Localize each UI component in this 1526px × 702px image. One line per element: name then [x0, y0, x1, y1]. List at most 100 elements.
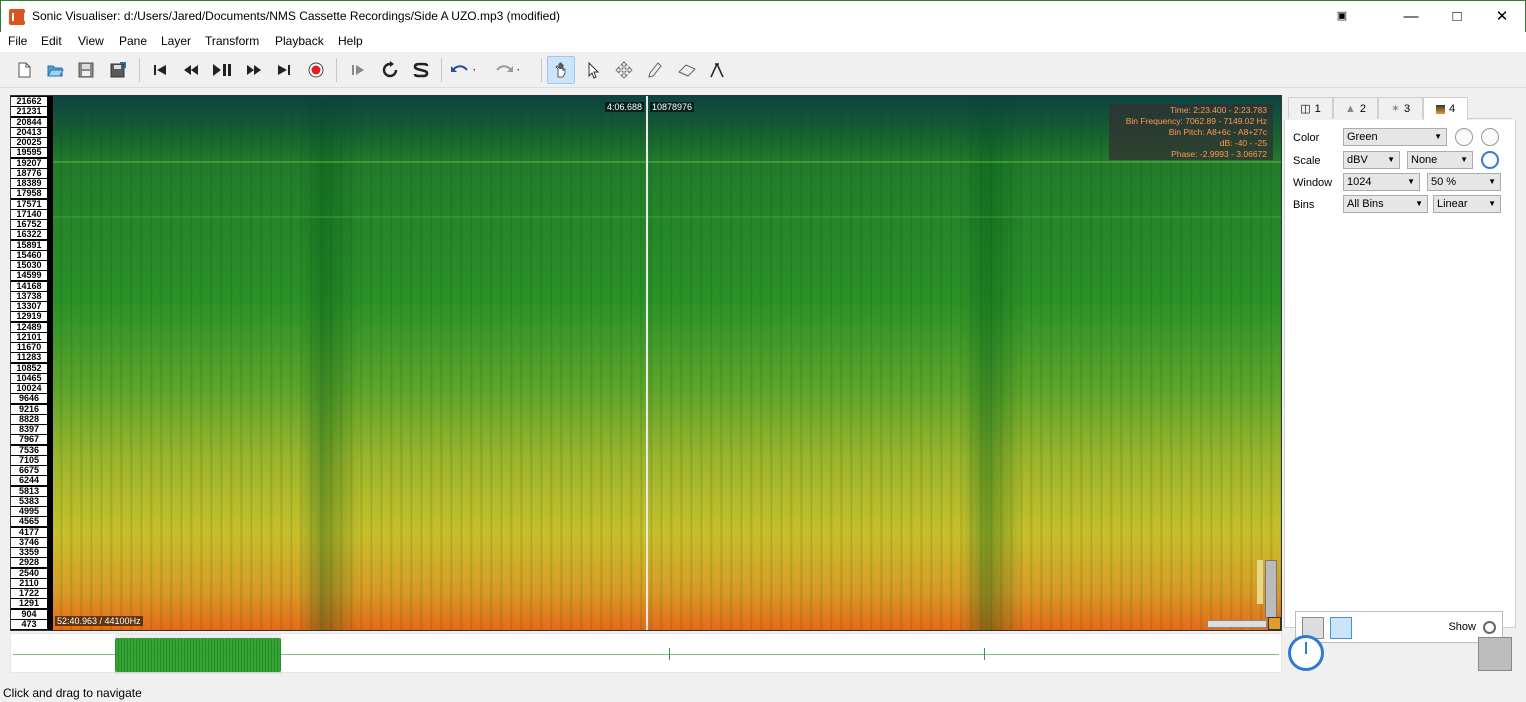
frequency-tick-label: 473	[11, 619, 47, 629]
info-time: Time: 2:23.400 - 2:23.783	[1169, 105, 1267, 115]
playback-cursor[interactable]	[646, 96, 648, 630]
tab-layer-4[interactable]: 4	[1423, 97, 1468, 120]
pane-icon: ◫	[1300, 103, 1311, 115]
layer-property-panel: ◫1 ▲2 ✶3 4 Color Green Scale dBV None Wi…	[1284, 95, 1516, 643]
frequency-tick-label: 13738	[11, 291, 47, 301]
spectrogram-view[interactable]: 4:06.688 10878976 Time: 2:23.400 - 2:23.…	[53, 96, 1281, 630]
bins-select[interactable]: All Bins	[1343, 195, 1428, 213]
menu-playback[interactable]: Playback	[275, 34, 324, 48]
menu-file[interactable]: File	[8, 34, 27, 48]
tab-layer-3[interactable]: ✶ 3	[1378, 97, 1423, 119]
restore-icon[interactable]: ▣	[1319, 1, 1365, 32]
status-text: Click and drag to navigate	[3, 686, 142, 700]
menu-transform[interactable]: Transform	[205, 34, 259, 48]
window-overlap-select[interactable]: 50 %	[1427, 173, 1501, 191]
threshold-knob[interactable]	[1481, 151, 1499, 169]
open-file-icon[interactable]	[41, 56, 69, 84]
scale-select[interactable]: dBV	[1343, 151, 1400, 169]
overview-waveform	[115, 638, 281, 672]
gain-knob[interactable]	[1481, 128, 1499, 146]
frequency-tick-label: 2540	[11, 568, 47, 578]
new-file-icon[interactable]	[10, 56, 38, 84]
navigate-icon[interactable]	[547, 56, 575, 84]
cursor-frame-label: 10878976	[650, 102, 695, 112]
rewind-icon[interactable]	[177, 56, 205, 84]
record-icon[interactable]	[302, 56, 330, 84]
maximize-icon[interactable]: □	[1434, 1, 1480, 32]
select-icon[interactable]	[579, 56, 607, 84]
toolbar-separator	[336, 58, 337, 82]
frequency-tick-label: 20025	[11, 138, 47, 147]
close-icon[interactable]: ✕	[1479, 1, 1525, 32]
frequency-tick-label: 17571	[11, 199, 47, 209]
frequency-tick-label: 5813	[11, 486, 47, 496]
play-pause-icon[interactable]	[208, 56, 236, 84]
info-db: dB: -40 - -25	[1219, 138, 1267, 148]
menu-edit[interactable]: Edit	[41, 34, 62, 48]
tab-layer-1[interactable]: ◫ 1	[1288, 97, 1333, 119]
undo-icon[interactable]	[448, 56, 476, 84]
frequency-tick-label: 10024	[11, 384, 47, 393]
frequency-tick-label: 11283	[11, 353, 47, 363]
toolbar-separator	[541, 58, 542, 82]
overview-toggle-button[interactable]	[1478, 637, 1512, 671]
frequency-tick-label: 17958	[11, 189, 47, 199]
menu-layer[interactable]: Layer	[161, 34, 191, 48]
overview-navigator[interactable]	[10, 633, 1282, 674]
frequency-tick-label: 21662	[11, 97, 47, 106]
frequency-tick-label: 14599	[11, 271, 47, 281]
loop-icon[interactable]	[376, 56, 404, 84]
show-label: Show	[1448, 621, 1476, 633]
redo-icon[interactable]	[492, 56, 520, 84]
play-selection-icon[interactable]	[344, 56, 372, 84]
color-rotation-knob[interactable]	[1455, 128, 1473, 146]
frequency-tick-label: 1722	[11, 589, 47, 598]
erase-icon[interactable]	[673, 56, 701, 84]
menu-pane[interactable]: Pane	[119, 34, 147, 48]
info-phase: Phase: -2.9993 - 3.06672	[1171, 149, 1267, 159]
spectral-line	[53, 216, 1281, 218]
title-bar: Sonic Visualiser: d:/Users/Jared/Documen…	[0, 0, 1526, 32]
frequency-tick-label: 7536	[11, 445, 47, 455]
spectrogram-pane[interactable]: 21662 21231 20844 20413 20025 19595 19207 18776…	[10, 95, 1282, 631]
menu-view[interactable]: View	[78, 34, 104, 48]
frequency-tick-label: 14168	[11, 281, 47, 291]
horizontal-zoom-slider[interactable]	[1207, 620, 1267, 628]
playback-speed-dial[interactable]	[1288, 635, 1324, 671]
fast-forward-end-icon[interactable]	[270, 56, 298, 84]
status-bar: Click and drag to navigate	[0, 684, 1526, 702]
show-toggle[interactable]	[1483, 621, 1496, 634]
frequency-tick-label: 18776	[11, 168, 47, 178]
bins-label: Bins	[1293, 199, 1315, 211]
layer-properties: Color Green Scale dBV None Window 1024 5…	[1284, 120, 1516, 643]
frequency-tick-label: 15030	[11, 261, 47, 270]
save-as-icon[interactable]	[104, 56, 132, 84]
color-select[interactable]: Green	[1343, 128, 1447, 146]
move-icon[interactable]	[610, 56, 638, 84]
play-layer-button[interactable]	[1330, 617, 1352, 639]
spectrogram-icon	[1435, 104, 1445, 114]
save-icon[interactable]	[72, 56, 100, 84]
normalize-select[interactable]: None	[1407, 151, 1473, 169]
solo-icon[interactable]	[407, 56, 435, 84]
tab-layer-2[interactable]: ▲ 2	[1333, 97, 1378, 119]
window-title: Sonic Visualiser: d:/Users/Jared/Documen…	[32, 9, 560, 23]
menu-help[interactable]: Help	[338, 34, 363, 48]
frequency-tick-label: 12489	[11, 322, 47, 332]
minimize-icon[interactable]: —	[1388, 1, 1434, 32]
measure-icon[interactable]	[703, 56, 731, 84]
draw-icon[interactable]	[641, 56, 669, 84]
bin-scale-select[interactable]: Linear	[1433, 195, 1501, 213]
rewind-start-icon[interactable]	[146, 56, 174, 84]
scale-label: Scale	[1293, 155, 1321, 167]
frequency-tick-label: 4177	[11, 527, 47, 537]
frequency-tick-label: 10465	[11, 373, 47, 383]
window-size-select[interactable]: 1024	[1343, 173, 1420, 191]
duration-label: 52:40.963 / 44100Hz	[55, 616, 143, 626]
fast-forward-icon[interactable]	[240, 56, 268, 84]
show-layer-box: Show	[1295, 611, 1503, 643]
vertical-zoom-slider[interactable]	[1265, 560, 1277, 618]
zoom-reset-button[interactable]	[1268, 617, 1281, 630]
frequency-tick-label: 12919	[11, 312, 47, 322]
frequency-tick-label: 8828	[11, 414, 47, 424]
